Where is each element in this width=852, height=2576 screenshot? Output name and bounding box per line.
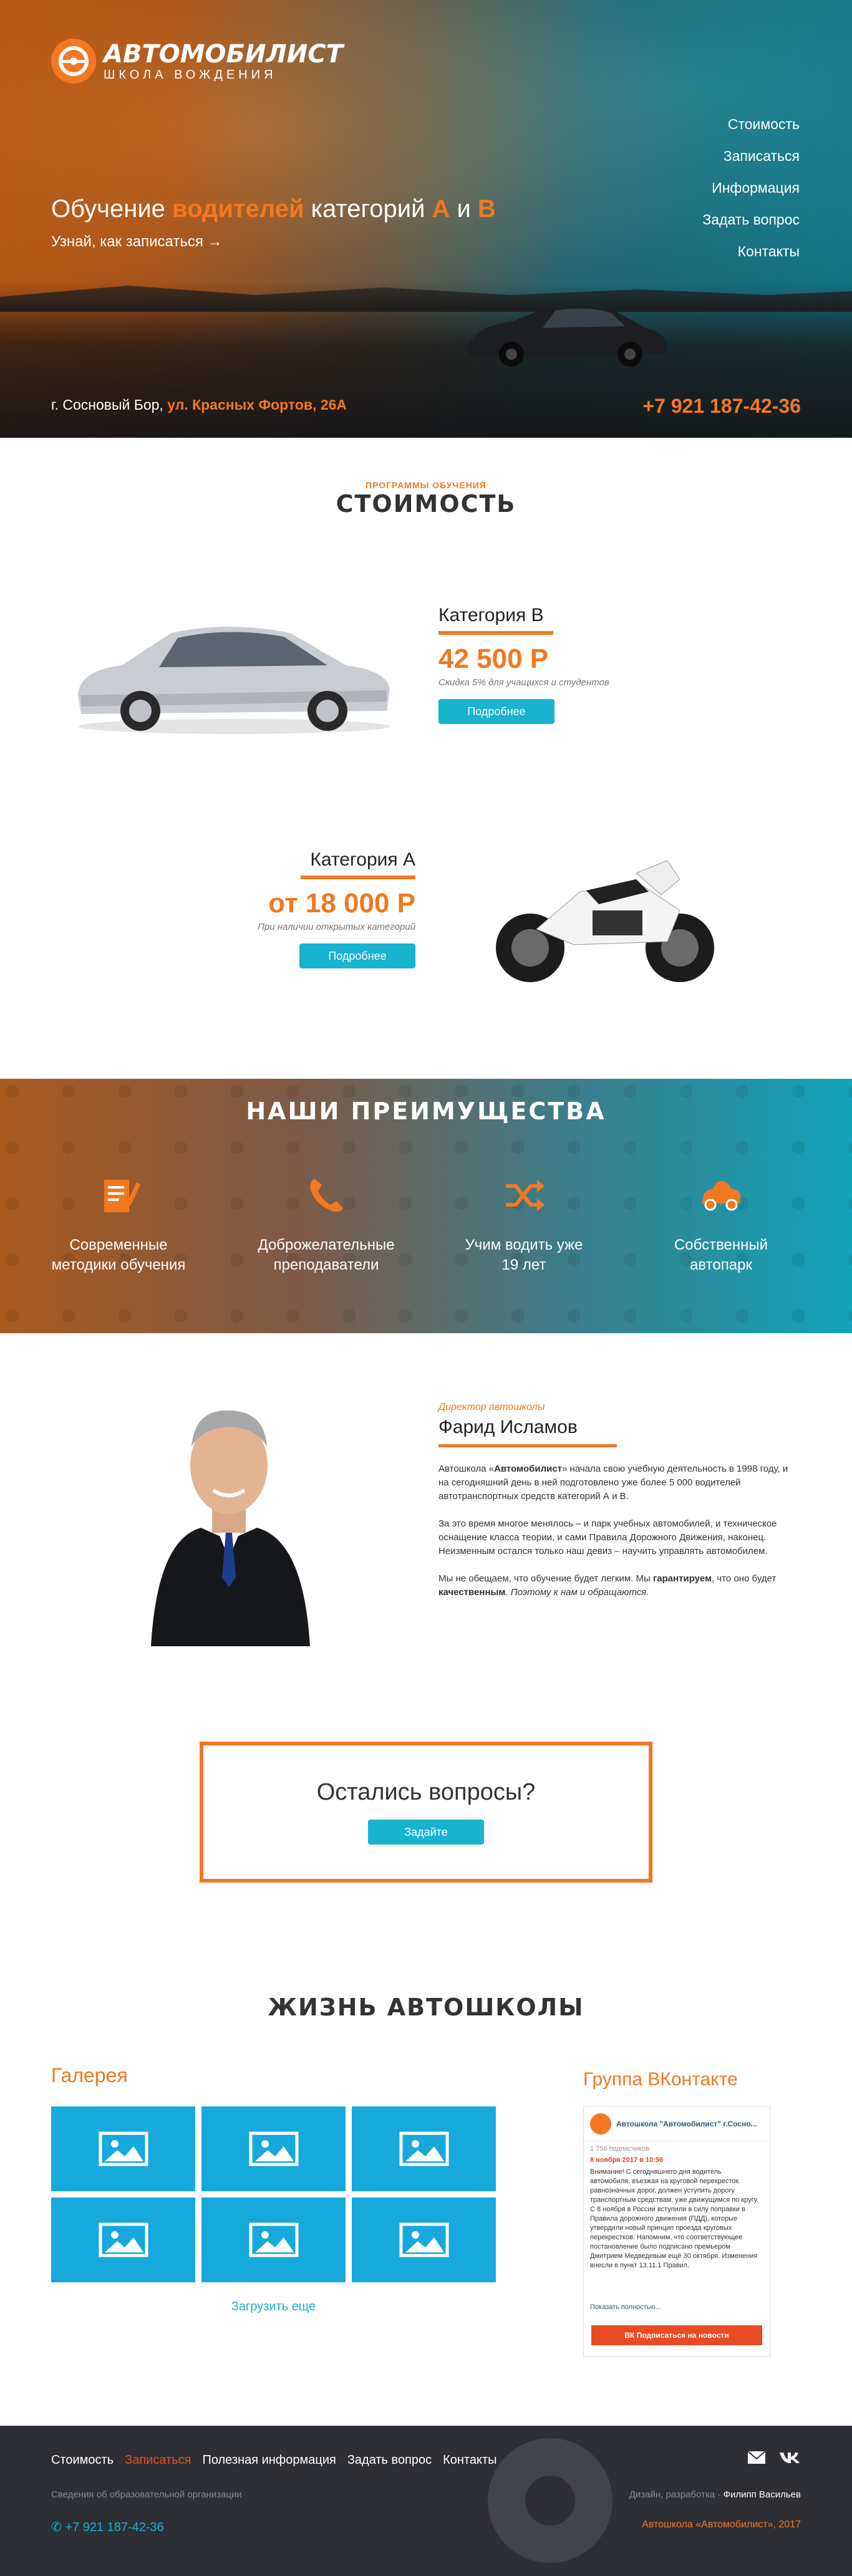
vk-subscribe-button[interactable]: ВК Подписаться на новости (591, 2325, 762, 2345)
hero-car-image (468, 305, 667, 367)
phone-icon (310, 1179, 343, 1212)
life-title: ЖИЗНЬ АВТОШКОЛЫ (268, 1994, 584, 2021)
card-a-details-button[interactable]: Подробнее (299, 943, 415, 968)
phone-icon: ✆ (51, 2521, 65, 2534)
gallery-tile[interactable] (51, 2197, 195, 2282)
vk-subscribers: 1 756 подписчиков (590, 2145, 650, 2153)
vk-title: Группа ВКонтакте (583, 2069, 738, 2090)
director-name: Фарид Исламов (438, 1417, 578, 1437)
footer-nav-price[interactable]: Стоимость (51, 2453, 114, 2467)
card-b-amount: 42 500 Р (438, 644, 549, 674)
vk-avatar[interactable] (590, 2113, 611, 2135)
card-a-note: При наличии открытых категорий (258, 922, 415, 932)
footer-social-icons (747, 2451, 801, 2464)
footer-org-info-link[interactable]: Сведения об образовательной организации (51, 2489, 242, 2500)
footer-copyright: Автошкола «Автомобилист», 2017 (642, 2519, 801, 2530)
price-kicker: ПРОГРАММЫ ОБУЧЕНИЯ (365, 480, 487, 490)
director-role: Директор автошколы (438, 1402, 545, 1412)
footer-nav-contacts[interactable]: Контакты (443, 2453, 496, 2467)
vk-show-more-link[interactable]: Показать полностью... (584, 2301, 770, 2311)
image-icon (99, 2131, 148, 2166)
advantage-item: Доброжелательные преподаватели (245, 1172, 407, 1275)
nav-item-signup[interactable]: Записаться (702, 148, 800, 165)
car-icon (702, 1181, 740, 1211)
advantages-title: НАШИ ПРЕИМУЩЕСТВА (246, 1097, 606, 1125)
advantages-section: НАШИ ПРЕИМУЩЕСТВА Современные методики об… (0, 1079, 852, 1333)
gallery-tile[interactable] (51, 2106, 195, 2191)
card-b-note: Скидка 5% для учащихся и студентов (438, 677, 609, 688)
footer-nav-info[interactable]: Полезная информация (202, 2453, 336, 2467)
vk-group-name[interactable]: Автошкола "Автомобилист" г.Сосно... (616, 2120, 757, 2128)
price-card-b: Категория В 42 500 Р Скидка 5% для учащи… (438, 605, 619, 724)
gallery-tile[interactable] (352, 2106, 496, 2191)
logo[interactable]: АВТОМОБИЛИСТ ШКОЛА ВОЖДЕНИЯ (51, 39, 343, 84)
vk-post-text: Внимание! С сегодняшнего дня водитель ав… (590, 2168, 759, 2269)
vk-post-date[interactable]: 8 ноября 2017 в 10:56 (584, 2153, 770, 2164)
gallery-grid (51, 2106, 496, 2282)
footer-nav: Стоимость Записаться Полезная информация… (51, 2453, 497, 2467)
gallery-tile[interactable] (352, 2197, 496, 2282)
hero-signup-link[interactable]: Узнай, как записаться → (51, 233, 223, 251)
vk-icon[interactable] (778, 2451, 801, 2464)
director-text: Автошкола «Автомобилист» начала свою уче… (438, 1462, 800, 1613)
card-a-category: Категория А (310, 849, 415, 870)
card-a-amount: от 18 000 Р (268, 888, 415, 919)
price-title: СТОИМОСТЬ (336, 490, 516, 518)
director-paragraph: За это время многое менялось – и парк уч… (438, 1518, 777, 1556)
director-paragraph: Автошкола «Автомобилист» начала свою уче… (438, 1464, 788, 1502)
nav-item-price[interactable]: Стоимость (702, 116, 800, 133)
load-more-link[interactable]: Загрузить еще (51, 2300, 496, 2314)
card-a-underline (301, 876, 415, 879)
director-underline (438, 1444, 617, 1447)
card-b-underline (438, 631, 553, 635)
footer-nav-ask[interactable]: Задать вопрос (347, 2453, 432, 2467)
nav-item-contacts[interactable]: Контакты (702, 243, 800, 260)
mail-icon[interactable] (747, 2451, 766, 2464)
image-icon (99, 2222, 148, 2257)
nav-item-ask[interactable]: Задать вопрос (702, 211, 800, 228)
gallery-tile[interactable] (201, 2106, 346, 2191)
vk-icon: ВК (624, 2331, 637, 2340)
hero-section: АВТОМОБИЛИСТ ШКОЛА ВОЖДЕНИЯ Стоимость За… (0, 0, 852, 438)
footer: Стоимость Записаться Полезная информация… (0, 2426, 852, 2576)
advantage-item: Современные методики обучения (37, 1172, 200, 1275)
director-photo (151, 1410, 310, 1646)
hero-phone[interactable]: +7 921 187-42-36 (642, 395, 801, 418)
shuffle-icon (506, 1180, 545, 1211)
sedan-image (78, 627, 390, 734)
questions-title: Остались вопросы? (316, 1779, 536, 1805)
price-card-a: Категория А от 18 000 Р При наличии откр… (256, 849, 415, 968)
footer-credit: Дизайн, разработка - Филипп Васильев (629, 2489, 801, 2500)
card-b-details-button[interactable]: Подробнее (438, 699, 554, 724)
vk-widget: Автошкола "Автомобилист" г.Сосно... 1 75… (583, 2106, 770, 2357)
image-icon (399, 2131, 448, 2166)
image-icon (249, 2222, 298, 2257)
questions-box: Остались вопросы? Задайте (200, 1742, 652, 1883)
footer-steering-wheel-icon (488, 2438, 612, 2563)
advantage-item: Собственный автопарк (640, 1172, 802, 1275)
nav-item-info[interactable]: Информация (702, 180, 800, 196)
gallery-tile[interactable] (201, 2197, 346, 2282)
document-pencil-icon (104, 1180, 140, 1212)
card-b-category: Категория В (438, 605, 544, 625)
image-icon (399, 2222, 448, 2257)
director-paragraph: Мы не обещаем, что обучение будет легким… (438, 1573, 777, 1598)
ask-question-button[interactable]: Задайте (368, 1820, 484, 1845)
logo-name: АВТОМОБИЛИСТ (104, 39, 343, 69)
footer-phone[interactable]: ✆ +7 921 187-42-36 (51, 2519, 164, 2535)
hero-title: Обучение водителей категорий А и В (51, 195, 496, 223)
image-icon (249, 2131, 298, 2166)
hero-address: г. Сосновый Бор, ул. Красных Фортов, 26А (51, 397, 347, 413)
footer-nav-signup[interactable]: Записаться (125, 2453, 191, 2467)
main-nav: Стоимость Записаться Информация Задать в… (702, 116, 800, 275)
motorcycle-image (496, 860, 714, 982)
advantage-item: Учим водить уже 19 лет (443, 1172, 605, 1275)
steering-wheel-icon (51, 39, 96, 84)
gallery-title: Галерея (51, 2064, 128, 2086)
logo-subtitle: ШКОЛА ВОЖДЕНИЯ (104, 67, 277, 82)
